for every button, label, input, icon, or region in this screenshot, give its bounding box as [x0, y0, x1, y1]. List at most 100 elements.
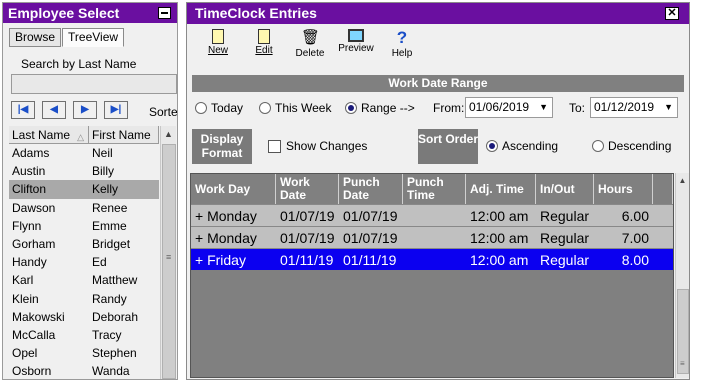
employee-select-title: Employee Select: [8, 5, 120, 21]
employee-select-tabs: Browse TreeView: [9, 28, 125, 47]
new-button[interactable]: New: [195, 29, 241, 59]
employee-first-name: Neil: [92, 146, 113, 160]
timeclock-entries-panel: TimeClock Entries ✕ New Edit 🗑 Delete Pr…: [186, 2, 690, 380]
show-changes-checkbox[interactable]: Show Changes: [268, 139, 367, 153]
to-date-select[interactable]: 01/12/2019 ▼: [590, 97, 678, 118]
column-header-punch-date[interactable]: Punch Date: [339, 174, 403, 204]
employee-row[interactable]: Dawson Renee: [9, 199, 159, 217]
employee-last-name: Handy: [12, 255, 47, 270]
cell-in-out: Regular: [540, 252, 590, 268]
radio-this-week[interactable]: This Week: [259, 101, 331, 115]
radio-descending[interactable]: Descending: [592, 139, 671, 153]
last-record-icon: ▶|: [110, 104, 122, 115]
cell-hours: 6.00: [621, 208, 649, 224]
scrollbar-thumb[interactable]: ≡: [162, 144, 176, 379]
timeclock-title: TimeClock Entries: [195, 5, 317, 21]
last-record-button[interactable]: ▶|: [104, 101, 128, 119]
delete-button[interactable]: 🗑 Delete: [287, 29, 333, 59]
employee-row[interactable]: Klein Randy: [9, 290, 159, 308]
preview-button[interactable]: Preview: [333, 29, 379, 59]
help-icon: ?: [396, 28, 408, 47]
next-record-icon: ▶: [81, 104, 89, 115]
employee-last-name: Adams: [12, 146, 50, 160]
employee-first-name: Randy: [92, 291, 127, 306]
column-header-work-day[interactable]: Work Day: [191, 174, 276, 204]
employee-first-name: Emme: [92, 218, 127, 233]
employee-first-name: Matthew: [92, 273, 138, 288]
employee-row[interactable]: Adams Neil: [9, 144, 159, 162]
employee-row[interactable]: McCalla Tracy: [9, 326, 159, 344]
column-header-in-out[interactable]: In/Out: [536, 174, 594, 204]
employee-first-name: Deborah: [92, 309, 139, 324]
tab-browse[interactable]: Browse: [9, 28, 62, 47]
radio-button-selected-icon: [486, 140, 498, 152]
first-record-button[interactable]: |◀: [11, 101, 35, 119]
scrollbar-thumb[interactable]: ≡: [677, 289, 689, 374]
employee-first-name: Kelly: [92, 182, 119, 197]
employee-row[interactable]: Handy Ed: [9, 253, 159, 271]
radio-ascending[interactable]: Ascending: [486, 139, 558, 153]
employee-first-name: Bridget: [92, 236, 131, 251]
column-header-first-name[interactable]: First Name: [89, 126, 159, 143]
column-header-last-name[interactable]: Last Name △: [9, 126, 89, 143]
employee-first-name: Billy: [92, 164, 115, 179]
employee-table-header: Last Name △ First Name: [9, 126, 159, 144]
employee-last-name: Austin: [12, 164, 46, 179]
radio-today[interactable]: Today: [195, 101, 243, 115]
employee-row[interactable]: Austin Billy: [9, 162, 159, 180]
cell-in-out: Regular: [540, 230, 590, 246]
column-header-adj-time[interactable]: Adj. Time: [466, 174, 536, 204]
monitor-icon: [348, 29, 364, 42]
radio-button-icon: [195, 102, 207, 114]
cell-work-date: 01/11/19: [280, 252, 334, 268]
employee-first-name: Ed: [92, 255, 107, 270]
employee-row[interactable]: Osborn Wanda: [9, 362, 159, 379]
tab-treeview[interactable]: TreeView: [62, 28, 125, 47]
employee-last-name: Makowski: [12, 309, 65, 324]
table-row-selected[interactable]: + Friday 01/11/19 01/11/19 12:00 am Regu…: [191, 248, 673, 270]
grip-icon: ≡: [680, 359, 685, 368]
employee-row-selected[interactable]: Clifton Kelly: [9, 180, 159, 199]
column-header-punch-time[interactable]: Punch Time: [403, 174, 466, 204]
employee-last-name: Dawson: [12, 200, 56, 215]
employee-row[interactable]: Opel Stephen: [9, 344, 159, 362]
table-row[interactable]: + Monday 01/07/19 01/07/19 12:00 am Regu…: [191, 226, 673, 248]
radio-range[interactable]: Range -->: [345, 101, 415, 115]
work-date-range-header: Work Date Range: [192, 75, 684, 92]
next-record-button[interactable]: ▶: [73, 101, 97, 119]
edit-button[interactable]: Edit: [241, 29, 287, 59]
close-icon[interactable]: ✕: [665, 7, 679, 20]
minimize-icon[interactable]: [158, 7, 171, 19]
cell-work-date: 01/07/19: [280, 230, 335, 246]
cell-hours: 8.00: [621, 252, 649, 268]
radio-button-icon: [259, 102, 271, 114]
from-date-select[interactable]: 01/06/2019 ▼: [465, 97, 553, 118]
cell-adj-time: 12:00 am: [470, 252, 529, 268]
help-button[interactable]: ? Help: [379, 28, 425, 60]
employee-row[interactable]: Gorham Bridget: [9, 235, 159, 253]
cell-punch-date: 01/11/19: [343, 252, 397, 268]
cell-work-day: + Monday: [195, 208, 257, 224]
radio-button-icon: [592, 140, 604, 152]
grid-scrollbar[interactable]: ▲ ≡: [675, 173, 689, 378]
employee-row[interactable]: Karl Matthew: [9, 271, 159, 289]
column-header-hours[interactable]: Hours: [594, 174, 653, 204]
search-last-name-input[interactable]: [11, 74, 177, 94]
employee-list-scrollbar[interactable]: ▲ ≡: [160, 126, 176, 379]
first-record-icon: |◀: [17, 104, 29, 115]
employee-last-name: Clifton: [12, 182, 47, 197]
scroll-up-icon[interactable]: ▲: [676, 173, 689, 189]
column-header-work-date[interactable]: Work Date: [276, 174, 339, 204]
search-label: Search by Last Name: [21, 57, 137, 71]
employee-row[interactable]: Makowski Deborah: [9, 308, 159, 326]
employee-last-name: Klein: [12, 291, 39, 306]
previous-record-button[interactable]: ◀: [42, 101, 66, 119]
cell-punch-time: [403, 205, 466, 226]
new-doc-icon: [212, 29, 224, 44]
trash-icon: 🗑: [301, 29, 321, 46]
toolbar: New Edit 🗑 Delete Preview ? Help: [195, 28, 425, 60]
table-row[interactable]: + Monday 01/07/19 01/07/19 12:00 am Regu…: [191, 204, 673, 226]
to-label: To:: [569, 101, 586, 115]
scroll-up-icon[interactable]: ▲: [161, 126, 176, 142]
employee-row[interactable]: Flynn Emme: [9, 217, 159, 235]
